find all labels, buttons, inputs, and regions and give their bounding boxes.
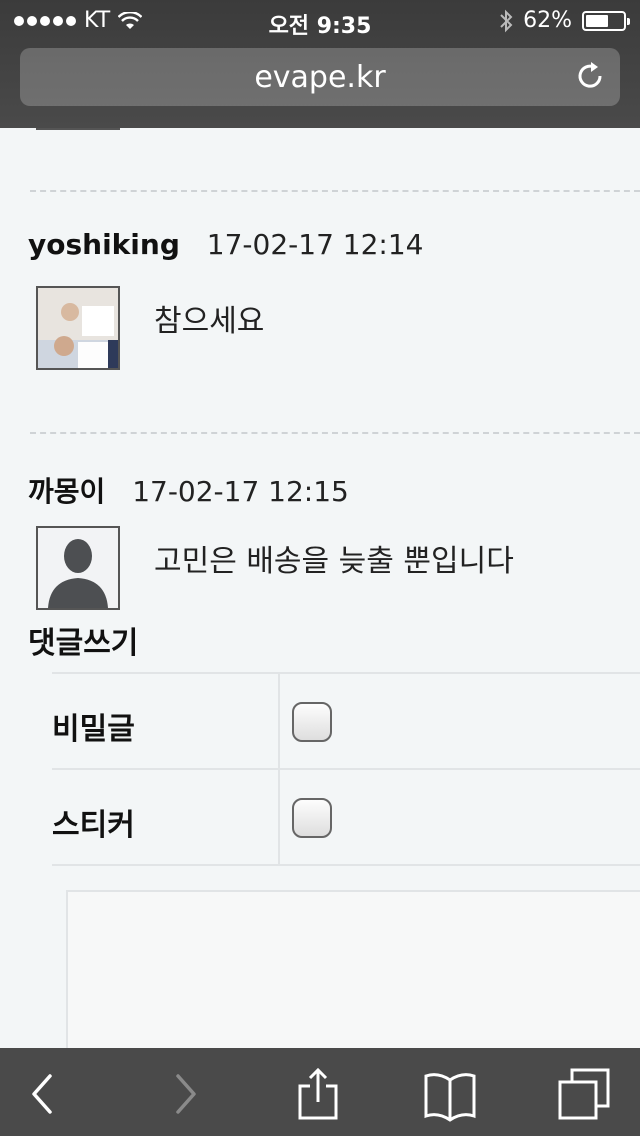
comment-header: 까몽이 17-02-17 12:15 — [28, 470, 349, 510]
forward-icon[interactable] — [156, 1066, 212, 1122]
person-silhouette-icon — [48, 539, 108, 608]
address-bar[interactable]: evape.kr — [20, 48, 620, 106]
url-text[interactable]: evape.kr — [20, 60, 620, 95]
battery-fill — [586, 14, 608, 27]
battery-percent: 62% — [523, 8, 572, 33]
browser-top-bar: KT 오전 9:35 62% evape.kr — [0, 0, 640, 128]
sticker-row: 스티커 — [52, 770, 640, 866]
secret-checkbox[interactable] — [292, 702, 332, 742]
divider — [278, 770, 280, 864]
reload-icon[interactable] — [574, 60, 606, 92]
comment-form: 비밀글 스티커 — [52, 672, 640, 866]
sticker-label: 스티커 — [52, 808, 135, 843]
comment-body: 고민은 배송을 늦출 뿐입니다 — [154, 544, 514, 579]
avatar — [36, 286, 120, 370]
tabs-icon[interactable] — [556, 1066, 612, 1122]
status-right: 62% — [499, 8, 630, 33]
comment-section: yoshiking 17-02-17 12:14 참으세요 까몽이 17-02-… — [0, 128, 640, 1048]
comment-body: 참으세요 — [154, 304, 265, 339]
browser-toolbar — [0, 1048, 640, 1136]
bluetooth-icon — [500, 9, 513, 32]
share-icon[interactable] — [290, 1066, 346, 1122]
secret-label: 비밀글 — [52, 712, 135, 747]
secret-row: 비밀글 — [52, 674, 640, 770]
avatar-photo — [38, 288, 118, 368]
bookmarks-icon[interactable] — [422, 1066, 478, 1122]
divider — [30, 432, 640, 434]
comment-date: 17-02-17 12:14 — [206, 228, 424, 261]
status-bar: KT 오전 9:35 62% — [0, 0, 640, 40]
battery-icon — [582, 10, 630, 31]
comment-textarea[interactable] — [66, 890, 640, 1048]
avatar — [36, 128, 120, 130]
comment-author[interactable]: yoshiking — [28, 228, 180, 261]
divider — [30, 190, 640, 192]
default-avatar-icon — [36, 526, 120, 610]
comment-date: 17-02-17 12:15 — [132, 475, 349, 508]
divider — [278, 674, 280, 768]
comment-header: yoshiking 17-02-17 12:14 — [28, 228, 423, 261]
sticker-checkbox[interactable] — [292, 798, 332, 838]
write-comment-title: 댓글쓰기 — [28, 626, 139, 661]
back-icon[interactable] — [16, 1066, 72, 1122]
comment-author[interactable]: 까몽이 — [28, 475, 105, 508]
